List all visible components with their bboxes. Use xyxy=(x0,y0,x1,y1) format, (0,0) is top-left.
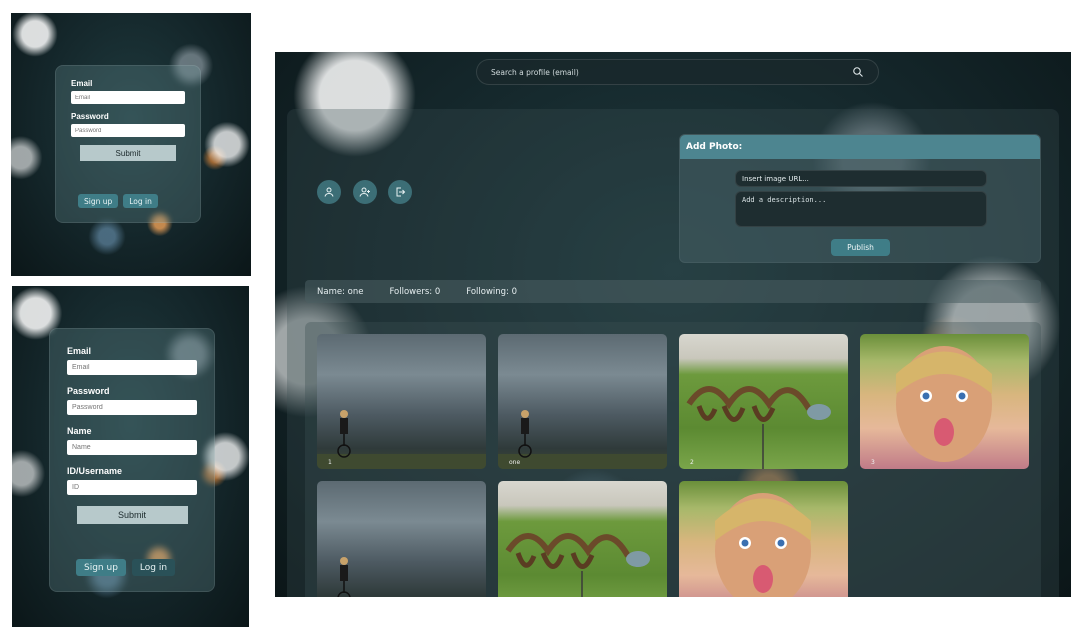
photo-image xyxy=(896,346,992,462)
photo-thumbnail[interactable] xyxy=(317,481,486,597)
photo-thumbnail[interactable]: one xyxy=(498,334,667,469)
photo-caption: 3 xyxy=(871,459,875,466)
search-icon[interactable] xyxy=(852,63,864,82)
user-icon xyxy=(324,187,334,197)
signup-panel: Email Password Name ID/Username Submit S… xyxy=(12,286,249,627)
login-button[interactable]: Log in xyxy=(123,194,158,208)
image-url-input[interactable] xyxy=(735,170,987,187)
email-label: Email xyxy=(71,79,93,88)
signup-form: Email Password Name ID/Username Submit S… xyxy=(49,328,215,592)
description-input[interactable] xyxy=(735,191,987,227)
photo-caption: one xyxy=(509,459,521,466)
name-field[interactable] xyxy=(67,440,197,455)
logout-button[interactable] xyxy=(388,180,412,204)
auth-actions: Sign up Log in xyxy=(76,559,176,576)
email-label: Email xyxy=(67,346,92,356)
submit-button[interactable]: Submit xyxy=(80,145,176,161)
photo-image xyxy=(505,533,650,597)
password-field[interactable] xyxy=(67,400,197,415)
password-label: Password xyxy=(71,112,109,121)
photo-image xyxy=(337,557,351,597)
add-photo-title: Add Photo: xyxy=(680,135,1040,159)
name-label: Name xyxy=(67,426,92,436)
user-follow-icon xyxy=(359,187,370,197)
photo-thumbnail[interactable] xyxy=(498,481,667,597)
photo-image xyxy=(498,410,667,469)
profile-section: Add Photo: Publish Name: one Followers: … xyxy=(287,109,1059,597)
search-bar xyxy=(476,59,879,85)
profile-name: Name: one xyxy=(317,286,364,297)
photo-caption: 2 xyxy=(690,459,694,466)
email-field[interactable] xyxy=(67,360,197,375)
email-field[interactable] xyxy=(71,91,185,104)
photo-thumbnail[interactable] xyxy=(679,481,848,597)
profile-page: Add Photo: Publish Name: one Followers: … xyxy=(275,52,1071,597)
login-button[interactable]: Log in xyxy=(131,559,176,576)
followers-count: Followers: 0 xyxy=(389,286,441,297)
signup-button[interactable]: Sign up xyxy=(78,194,119,208)
photo-thumbnail[interactable]: 1 xyxy=(317,334,486,469)
auth-actions: Sign up Log in xyxy=(78,194,158,208)
add-photo-card: Add Photo: Publish xyxy=(679,134,1041,263)
submit-button[interactable]: Submit xyxy=(76,506,188,524)
id-field[interactable] xyxy=(67,480,197,495)
publish-button[interactable]: Publish xyxy=(831,239,890,256)
logout-icon xyxy=(396,187,406,197)
photo-gallery: 1 one 2 3 xyxy=(305,322,1041,597)
profile-stats: Name: one Followers: 0 Following: 0 xyxy=(305,280,1041,303)
password-label: Password xyxy=(67,386,110,396)
login-form: Email Password Submit Sign up Log in xyxy=(55,65,201,223)
password-field[interactable] xyxy=(71,124,185,137)
search-input[interactable] xyxy=(491,67,852,77)
signup-button[interactable]: Sign up xyxy=(76,559,126,576)
follow-button[interactable] xyxy=(353,180,377,204)
photo-image xyxy=(715,493,811,597)
login-panel: Email Password Submit Sign up Log in xyxy=(11,13,251,276)
photo-image xyxy=(686,386,831,469)
photo-thumbnail[interactable]: 2 xyxy=(679,334,848,469)
photo-image xyxy=(317,410,486,469)
photo-caption: 1 xyxy=(328,459,332,466)
following-count: Following: 0 xyxy=(466,286,518,297)
id-label: ID/Username xyxy=(67,466,123,476)
photo-thumbnail[interactable]: 3 xyxy=(860,334,1029,469)
profile-button[interactable] xyxy=(317,180,341,204)
